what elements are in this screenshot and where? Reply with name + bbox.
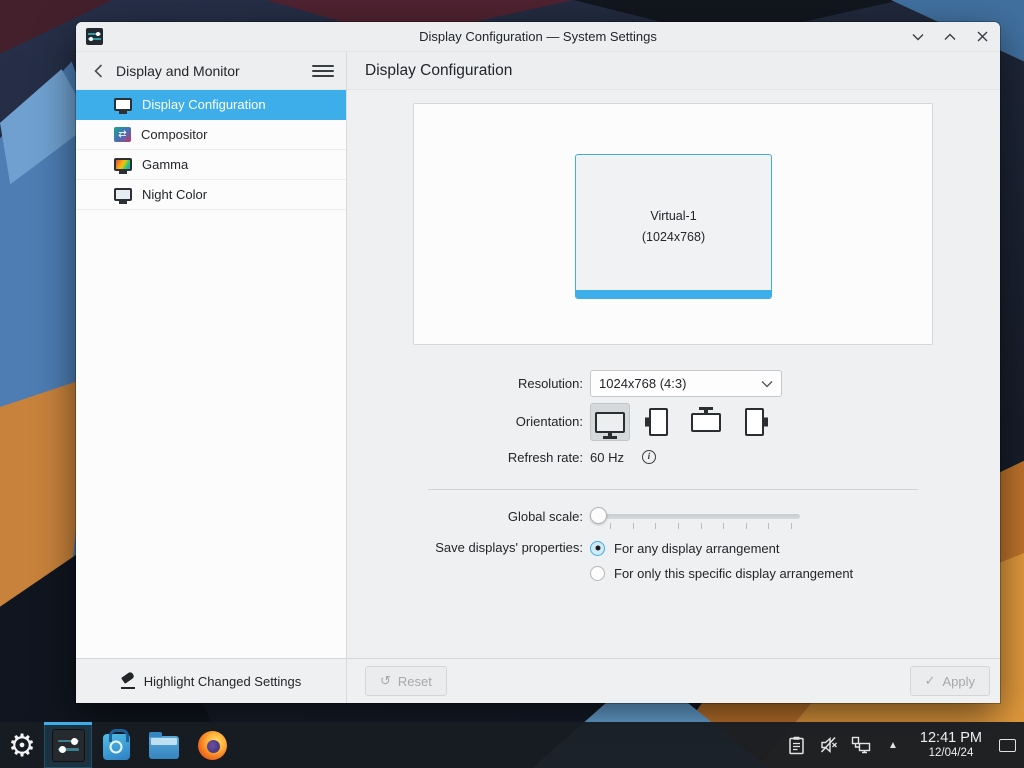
- monitor-preview[interactable]: Virtual-1 (1024x768): [575, 154, 772, 299]
- refresh-rate-row: 60 Hz i: [590, 448, 656, 466]
- minimize-button[interactable]: [910, 29, 926, 45]
- reset-button[interactable]: ↺ Reset: [365, 666, 447, 696]
- task-system-settings[interactable]: [44, 722, 92, 768]
- tray-expander-icon[interactable]: ▲: [880, 722, 906, 768]
- radio-row-specific-arrangement: For only this specific display arrangeme…: [590, 564, 853, 582]
- kde-launcher-icon: ⚙: [8, 727, 36, 763]
- back-icon[interactable]: [88, 61, 108, 81]
- global-scale-slider[interactable]: [590, 502, 800, 532]
- main-pane: Display Configuration Virtual-1 (1024x76…: [347, 52, 1000, 703]
- maximize-button[interactable]: [942, 29, 958, 45]
- sidebar-item-label: Compositor: [141, 127, 208, 142]
- orientation-landscape-flipped-button[interactable]: [686, 403, 726, 441]
- display-configuration-panel: Virtual-1 (1024x768) Resolution: 1024x76…: [347, 90, 1000, 658]
- monitor-resolution: (1024x768): [641, 230, 706, 244]
- task-dolphin[interactable]: [140, 722, 188, 768]
- sidebar-title: Display and Monitor: [116, 62, 240, 79]
- taskbar: ⚙ ▲ 12:41 PM 12/04/24: [0, 722, 1024, 768]
- resolution-label: Resolution:: [517, 376, 583, 391]
- apply-label: Apply: [942, 673, 975, 689]
- sidebar-item-gamma[interactable]: Gamma: [76, 150, 346, 180]
- portrait-right-icon: [744, 408, 764, 436]
- orientation-buttons: [590, 402, 774, 442]
- sidebar-footer: Highlight Changed Settings: [76, 658, 346, 703]
- orientation-portrait-left-button[interactable]: [638, 403, 678, 441]
- compositor-icon: ⇄: [114, 127, 131, 142]
- radio-specific-arrangement[interactable]: [590, 565, 605, 581]
- sidebar-item-compositor[interactable]: ⇄ Compositor: [76, 120, 346, 150]
- refresh-rate-label: Refresh rate:: [507, 450, 583, 465]
- monitor-icon: [114, 98, 132, 111]
- task-firefox[interactable]: [188, 722, 236, 768]
- sidebar-item-night-color[interactable]: Night Color: [76, 180, 346, 210]
- resolution-dropdown[interactable]: 1024x768 (4:3): [590, 370, 782, 397]
- digital-clock[interactable]: 12:41 PM 12/04/24: [912, 730, 990, 760]
- titlebar[interactable]: Display Configuration — System Settings: [76, 22, 1000, 52]
- slider-ticks: [610, 523, 792, 529]
- system-settings-app-icon: [86, 28, 103, 45]
- highlight-changed-settings-label: Highlight Changed Settings: [143, 673, 302, 689]
- main-footer: ↺ Reset ✓ Apply: [347, 658, 1000, 703]
- sidebar: Display and Monitor Display Configuratio…: [76, 52, 347, 703]
- clock-date: 12/04/24: [928, 746, 974, 759]
- desktop: Display Configuration — System Settings: [0, 0, 1024, 768]
- resolution-value: 1024x768 (4:3): [599, 376, 687, 391]
- show-desktop-button[interactable]: [996, 722, 1018, 768]
- system-settings-icon: [51, 728, 85, 762]
- orientation-landscape-button[interactable]: [590, 403, 630, 441]
- screen-arrangement-panel: Virtual-1 (1024x768): [413, 103, 933, 345]
- clock-time: 12:41 PM: [919, 730, 982, 747]
- firefox-icon: [197, 730, 227, 760]
- slider-handle[interactable]: [590, 507, 607, 524]
- sidebar-spacer: [76, 210, 346, 658]
- main-header: Display Configuration: [347, 52, 1000, 90]
- highlight-changed-settings-button[interactable]: Highlight Changed Settings: [111, 668, 312, 695]
- system-settings-window: Display Configuration — System Settings: [76, 22, 1000, 703]
- menu-icon[interactable]: [312, 61, 334, 81]
- show-desktop-icon: [998, 738, 1016, 752]
- folder-icon: [149, 732, 179, 759]
- orientation-label: Orientation:: [515, 414, 583, 429]
- info-icon[interactable]: i: [641, 450, 656, 464]
- page-title: Display Configuration: [365, 61, 513, 79]
- global-scale-row: 100%: [590, 502, 800, 532]
- night-color-icon: [114, 188, 132, 201]
- sidebar-item-display-configuration[interactable]: Display Configuration: [76, 90, 346, 120]
- highlighter-icon: [120, 670, 136, 689]
- save-properties-label: Save displays' properties:: [435, 540, 583, 555]
- global-scale-label: Global scale:: [507, 509, 583, 524]
- portrait-left-icon: [648, 408, 668, 436]
- reset-label: Reset: [397, 673, 432, 689]
- window-title: Display Configuration — System Settings: [419, 29, 657, 44]
- sidebar-item-label: Display Configuration: [142, 97, 266, 112]
- slider-track[interactable]: [590, 514, 800, 519]
- chevron-down-icon: [761, 376, 773, 391]
- sidebar-header: Display and Monitor: [76, 52, 346, 90]
- radio-row-any-arrangement: For any display arrangement: [590, 539, 779, 557]
- monitor-name: Virtual-1: [650, 209, 697, 223]
- sidebar-item-label: Gamma: [142, 157, 189, 172]
- task-discover[interactable]: [92, 722, 140, 768]
- radio-any-arrangement[interactable]: [590, 540, 605, 556]
- orientation-portrait-right-button[interactable]: [734, 403, 774, 441]
- audio-muted-tray-icon[interactable]: [816, 722, 842, 768]
- reset-icon: ↺: [380, 673, 391, 688]
- refresh-rate-value: 60 Hz: [590, 449, 624, 465]
- radio-specific-arrangement-label[interactable]: For only this specific display arrangeme…: [614, 566, 853, 581]
- separator: [428, 489, 918, 490]
- application-launcher-button[interactable]: ⚙: [0, 722, 44, 768]
- gamma-icon: [114, 158, 132, 171]
- check-icon: ✓: [924, 673, 936, 688]
- discover-icon: [102, 729, 130, 760]
- network-tray-icon[interactable]: [848, 722, 874, 768]
- sidebar-item-label: Night Color: [142, 187, 208, 202]
- landscape-icon: [595, 411, 625, 433]
- monitor-selected-bar: [576, 290, 771, 298]
- close-button[interactable]: [974, 29, 990, 45]
- apply-button[interactable]: ✓ Apply: [909, 666, 990, 696]
- landscape-flipped-icon: [691, 412, 721, 432]
- sidebar-list: Display Configuration ⇄ Compositor Gamma…: [76, 90, 346, 210]
- clipboard-tray-icon[interactable]: [784, 722, 810, 768]
- radio-any-arrangement-label[interactable]: For any display arrangement: [614, 541, 779, 556]
